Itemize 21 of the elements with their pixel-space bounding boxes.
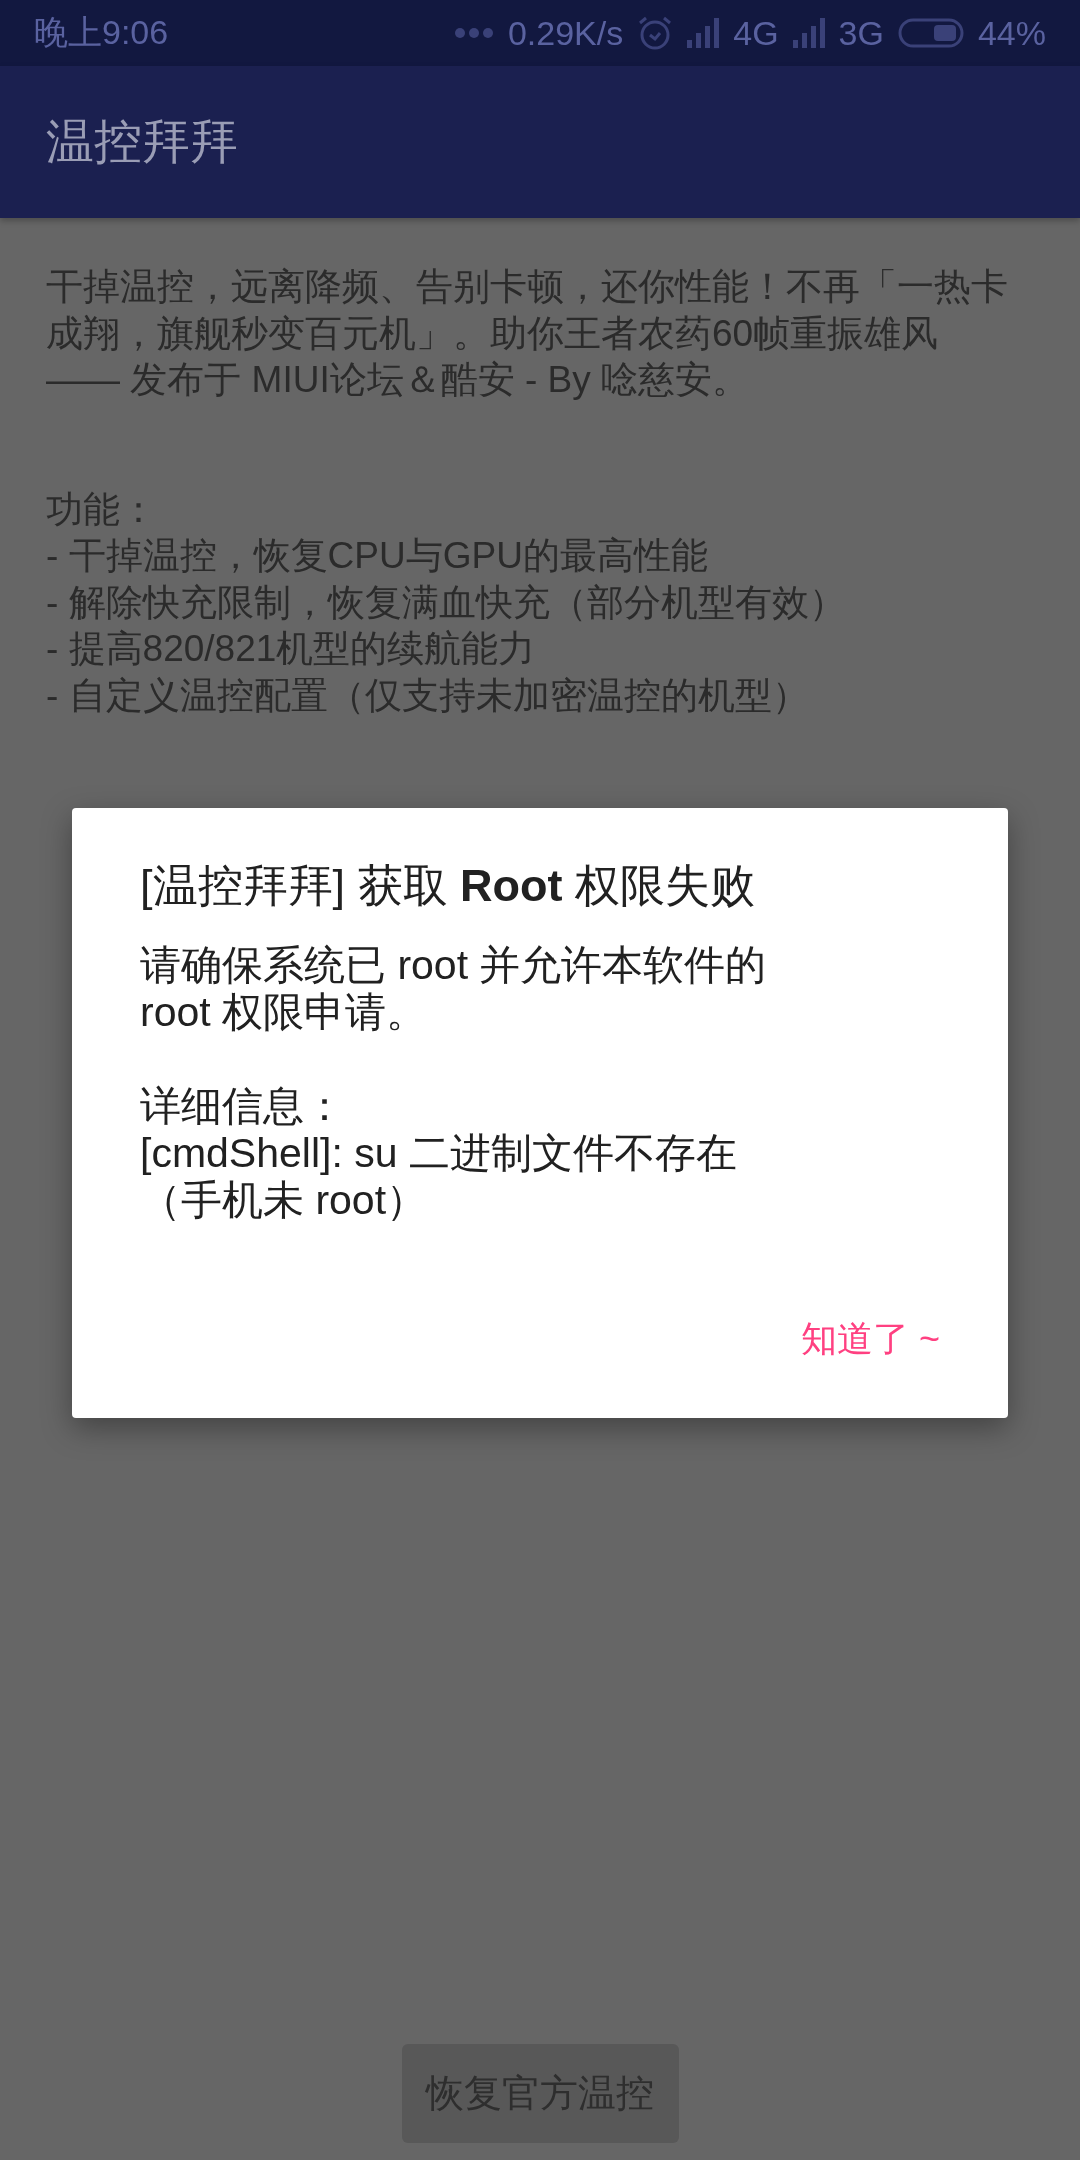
- dialog-title: [温控拜拜] 获取 Root 权限失败: [140, 859, 756, 913]
- dialog-message: 请确保系统已 root 并允许本软件的 root 权限申请。: [140, 942, 768, 1036]
- network-speed: 0.29K/s: [507, 13, 624, 53]
- signal-icon: [792, 18, 825, 48]
- feature-item: - 干掉温控，恢复CPU与GPU的最高性能: [46, 534, 709, 578]
- dots-icon: [453, 27, 494, 39]
- feature-item: - 解除快充限制，恢复满血快充（部分机型有效）: [46, 580, 847, 625]
- intro-paragraph: 干掉温控，远离降频、告别卡顿，还你性能！不再「一热卡 成翔，旗舰秒变百元机」。助你王者农药60帧重振雄风 —— 发布于 MIUI论坛＆酷安 - By 唸慈安。: [46, 265, 1009, 402]
- error-details: 详细信息： [cmdShell]: su 二进制文件不存在 （手机未 root）: [140, 1083, 738, 1224]
- network-type: 3G: [838, 13, 884, 53]
- ok-button[interactable]: 知道了 ~: [780, 1305, 960, 1374]
- clock-time: 晚上9:06: [34, 12, 169, 53]
- network-type: 4G: [733, 13, 779, 53]
- battery-icon: [897, 18, 964, 48]
- feature-item: - 提高820/821机型的续航能力: [46, 627, 537, 671]
- signal-icon: [687, 18, 720, 48]
- features-heading: 功能：: [46, 487, 158, 532]
- app-title: 温控拜拜: [46, 114, 238, 170]
- battery-level: 44%: [977, 13, 1046, 53]
- feature-item: - 自定义温控配置（仅支持未加密温控的机型）: [46, 673, 810, 718]
- alarm-icon: [637, 15, 674, 51]
